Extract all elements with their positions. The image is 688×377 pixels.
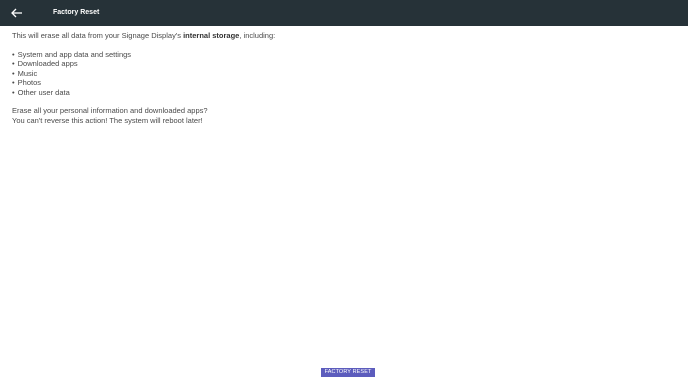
erased-items-list: System and app data and settings Downloa… bbox=[12, 50, 676, 98]
list-item: Other user data bbox=[12, 88, 676, 98]
intro-text-start: This will erase all data from your Signa… bbox=[12, 31, 184, 40]
warning-line-2: You can't reverse this action! The syste… bbox=[12, 115, 203, 125]
content-area: This will erase all data from your Signa… bbox=[12, 31, 676, 125]
factory-reset-button[interactable]: FACTORY RESET bbox=[321, 368, 375, 377]
arrow-back-icon bbox=[11, 8, 22, 18]
warning-text: Erase all your personal information and … bbox=[12, 106, 676, 125]
factory-reset-screen: Factory Reset This will erase all data f… bbox=[0, 0, 688, 377]
page-title: Factory Reset bbox=[53, 9, 100, 16]
list-item: System and app data and settings bbox=[12, 50, 676, 60]
intro-text-emphasis: internal storage bbox=[183, 31, 240, 40]
intro-text-end: , including: bbox=[239, 31, 276, 40]
list-item: Downloaded apps bbox=[12, 59, 676, 69]
warning-line-1: Erase all your personal information and … bbox=[12, 106, 208, 115]
app-bar: Factory Reset bbox=[0, 0, 688, 26]
intro-text: This will erase all data from your Signa… bbox=[12, 31, 676, 41]
list-item: Photos bbox=[12, 78, 676, 88]
list-item: Music bbox=[12, 69, 676, 79]
back-button[interactable] bbox=[10, 7, 24, 19]
